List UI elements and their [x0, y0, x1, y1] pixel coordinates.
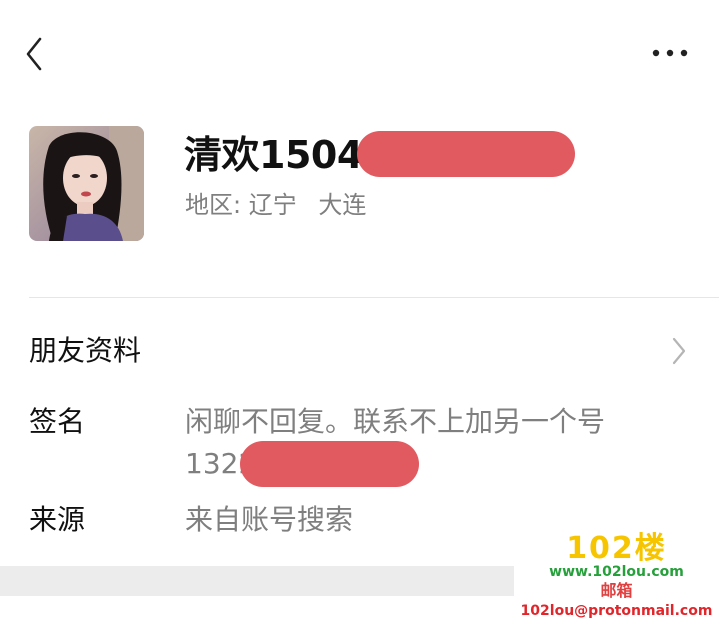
signature-line-1: 闲聊不回复。联系不上加另一个号: [185, 405, 606, 438]
friend-info-row[interactable]: 朋友资料: [0, 320, 719, 382]
avatar[interactable]: [29, 126, 144, 241]
section-divider: [29, 297, 719, 298]
region-label: 地区:: [185, 191, 242, 219]
more-horizontal-icon: [652, 49, 688, 57]
region-city: 大连: [318, 191, 367, 219]
watermark-mail: 102lou@protonmail.com: [520, 603, 713, 619]
contact-profile-page: 清欢1504 地区: 辽宁 大连 朋友资料 签名 闲聊不回复。联系不上加另一个号…: [0, 0, 719, 632]
signature-redaction-mark: [240, 441, 419, 487]
back-button[interactable]: [22, 34, 48, 74]
region-province: 辽宁: [248, 191, 297, 219]
watermark-mail-label: 邮箱: [600, 581, 633, 600]
friend-info-label: 朋友资料: [29, 334, 142, 367]
chevron-right-icon: [672, 337, 686, 365]
more-options-button[interactable]: [650, 42, 690, 64]
signature-label: 签名: [29, 405, 86, 438]
name-redaction-mark: [357, 131, 575, 177]
avatar-portrait-image: [29, 126, 144, 241]
contact-name: 清欢1504: [184, 133, 363, 177]
watermark-url: www.102lou.com: [549, 564, 684, 580]
watermark: 102楼 www.102lou.com 邮箱 102lou@protonmail…: [514, 532, 719, 632]
source-value: 来自账号搜索: [185, 503, 354, 536]
chevron-left-icon: [26, 37, 42, 71]
watermark-logo: 102楼: [566, 531, 667, 566]
source-label: 来源: [29, 503, 86, 536]
contact-region: 地区: 辽宁 大连: [185, 188, 366, 222]
